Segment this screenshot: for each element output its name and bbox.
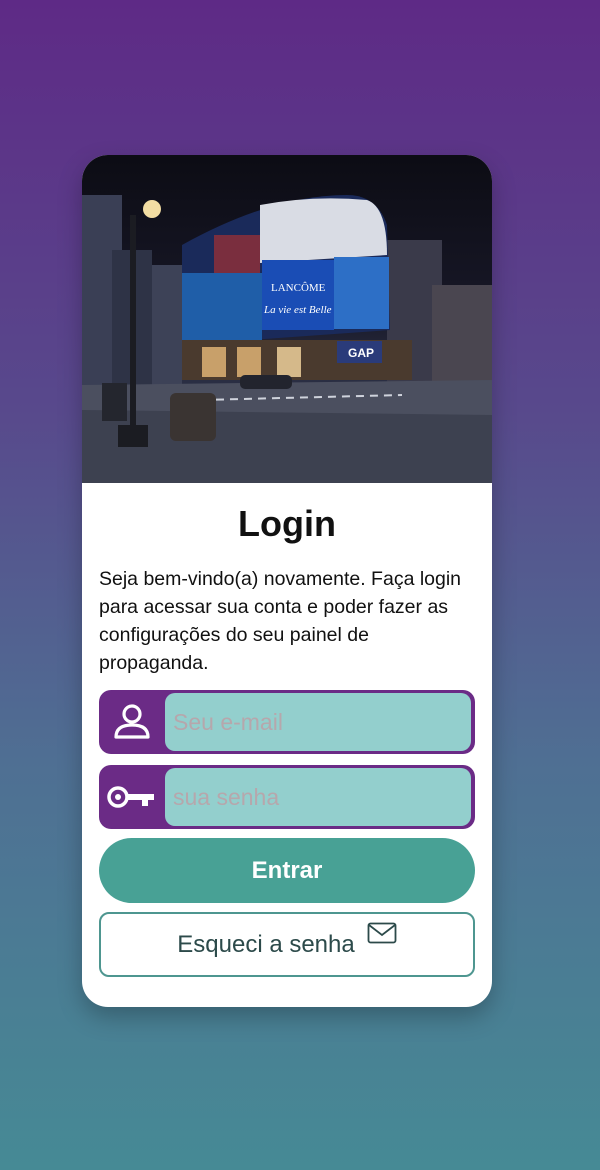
key-icon bbox=[99, 765, 165, 829]
login-submit-button[interactable]: Entrar bbox=[99, 838, 475, 903]
forgot-password-label: Esqueci a senha bbox=[177, 930, 355, 958]
welcome-text: Seja bem-vindo(a) novamente. Faça login … bbox=[99, 568, 462, 674]
hero-image: LANCÔME La vie est Belle GAP bbox=[82, 155, 492, 483]
email-field-group bbox=[99, 690, 475, 754]
login-submit-label: Entrar bbox=[251, 856, 323, 884]
login-card: LANCÔME La vie est Belle GAP Login Seja … bbox=[82, 155, 492, 1007]
user-icon bbox=[99, 690, 165, 754]
password-input[interactable] bbox=[165, 768, 471, 826]
mail-icon bbox=[367, 922, 397, 951]
password-field-group bbox=[99, 765, 475, 829]
billboard-tagline: La vie est Belle bbox=[263, 304, 332, 316]
store-sign: GAP bbox=[348, 346, 374, 360]
page-title: Login bbox=[238, 503, 336, 544]
forgot-password-button[interactable]: Esqueci a senha bbox=[99, 912, 475, 977]
billboard-brand: LANCÔME bbox=[271, 282, 326, 294]
email-input[interactable] bbox=[165, 693, 471, 751]
city-night-photo: LANCÔME La vie est Belle GAP bbox=[82, 195, 492, 483]
